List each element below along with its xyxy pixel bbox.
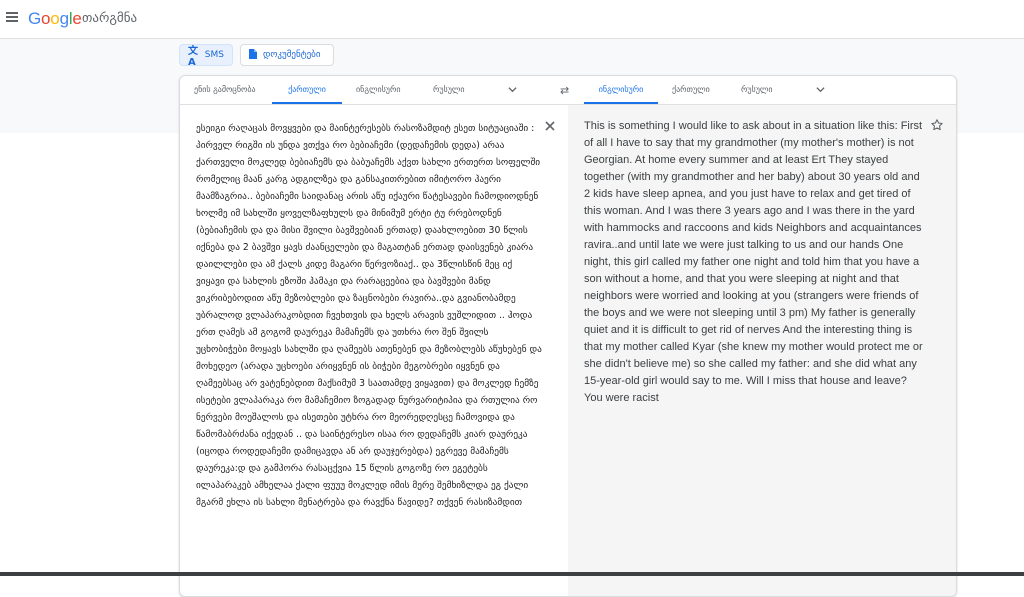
tab-source-georgian[interactable]: ქართული [272, 76, 342, 104]
tab-source-english[interactable]: ინგლისური [356, 76, 401, 104]
tab-detect-language[interactable]: ენის გამოცნობა [194, 76, 256, 104]
tab-source-russian[interactable]: რუსული [433, 76, 465, 104]
tab-target-english[interactable]: ინგლისური [584, 76, 658, 104]
taskbar-strip [0, 572, 1024, 576]
target-more-languages-chevron-down-icon[interactable] [816, 85, 825, 94]
clear-source-text-close-icon[interactable] [544, 120, 556, 132]
google-logo[interactable]: Google [28, 9, 82, 29]
documents-mode-label: დოკუმენტები [263, 50, 321, 60]
language-bar: ენის გამოცნობა ქართული ინგლისური რუსული … [180, 76, 956, 105]
top-app-bar: Google თარგმნა [0, 0, 1024, 39]
source-text-input[interactable]: ესეიგი რაღაცას მოვყვები და მაინტერესებს … [196, 120, 542, 511]
tab-target-georgian[interactable]: ქართული [672, 76, 710, 104]
source-more-languages-chevron-down-icon[interactable] [508, 85, 517, 94]
hamburger-menu-icon[interactable] [6, 12, 18, 22]
translation-card: ენის გამოცნობა ქართული ინგლისური რუსული … [179, 75, 957, 597]
documents-mode-button[interactable]: დოკუმენტები [240, 44, 334, 66]
translate-icon: 文A [188, 46, 198, 68]
translated-text-output: This is something I would like to ask ab… [584, 120, 923, 404]
sms-mode-label: SMS [204, 50, 224, 60]
swap-languages-icon[interactable]: ⇄ [560, 84, 569, 97]
product-name: თარგმნა [82, 11, 138, 26]
save-translation-star-icon[interactable] [930, 118, 944, 132]
tab-target-russian[interactable]: რუსული [741, 76, 773, 104]
sms-mode-button[interactable]: 文A SMS [179, 44, 233, 68]
document-icon [249, 48, 257, 62]
